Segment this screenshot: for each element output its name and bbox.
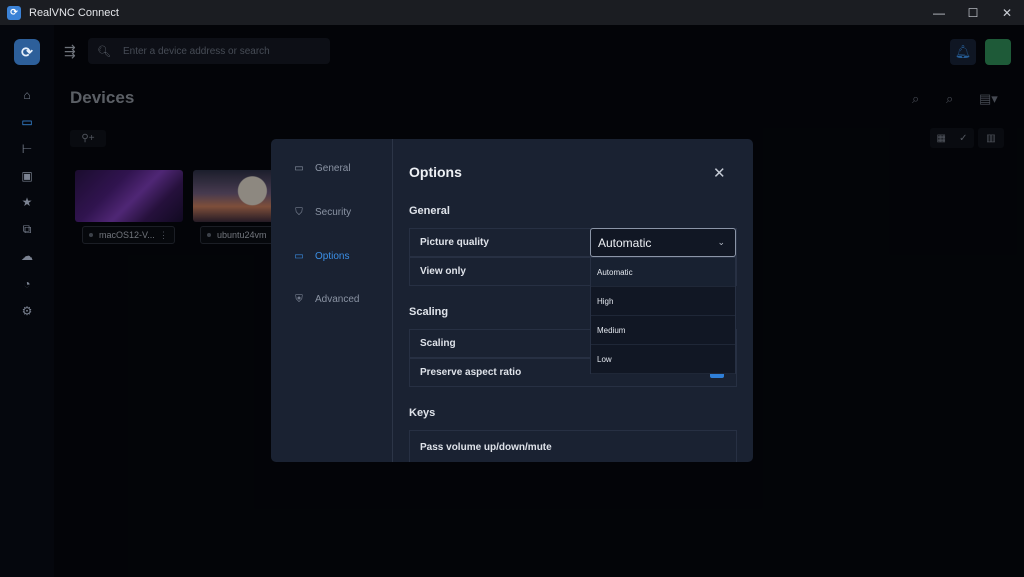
nav-label: Security [315, 206, 352, 218]
settings-icon[interactable]: ⚙ [19, 303, 35, 319]
nav-general[interactable]: ▭ General [292, 160, 351, 176]
cloud-icon[interactable]: ☁ [19, 248, 35, 264]
realvnc-logo-icon[interactable]: ⟳ [14, 39, 40, 65]
nav-security[interactable]: ⛉ Security [292, 204, 351, 220]
connect-icon[interactable]: ◔ [19, 276, 35, 292]
devices-icon[interactable]: ▭ [19, 114, 35, 130]
shield-icon: ⛉ [295, 206, 303, 218]
tree-icon[interactable]: ⊢ [19, 141, 35, 157]
preserve-aspect-label: Preserve aspect ratio [420, 367, 522, 378]
pass-volume-row[interactable]: Pass volume up/down/mute [409, 430, 737, 462]
nav-options[interactable]: ▭ Options [292, 248, 349, 264]
nav-label: General [315, 162, 351, 174]
nav-label: Options [315, 250, 350, 262]
view-only-label: View only [420, 266, 466, 277]
laptop-icon: ▭ [294, 162, 304, 174]
section-scaling-title: Scaling [409, 306, 449, 318]
nav-label: Advanced [315, 293, 360, 305]
left-rail: ⟳ ⌂ ▭ ⊢ ▣ ★ ⧉ ☁ ◔ ⚙ [0, 25, 54, 577]
nav-advanced[interactable]: ⛨ Advanced [292, 291, 359, 307]
dialog-title: Options [409, 164, 462, 180]
group-icon[interactable]: ⧉ [19, 221, 35, 237]
address-book-icon[interactable]: ▣ [19, 168, 35, 184]
scaling-label: Scaling [420, 338, 456, 349]
section-keys-title: Keys [409, 407, 436, 419]
close-window-button[interactable]: ✕ [990, 0, 1024, 25]
dropdown-option-high[interactable]: High [591, 287, 735, 316]
options-dialog: ▭ General ⛉ Security ▭ Options ⛨ Advance… [271, 139, 753, 462]
star-icon[interactable]: ★ [19, 194, 35, 210]
dialog-nav: ▭ General ⛉ Security ▭ Options ⛨ Advance… [271, 139, 393, 462]
maximize-button[interactable]: ☐ [956, 0, 990, 25]
picture-quality-select[interactable]: Automatic ⌄ [590, 228, 736, 257]
section-general-title: General [409, 205, 450, 217]
chevron-down-icon: ⌄ [717, 237, 725, 247]
minimize-button[interactable]: — [922, 0, 956, 25]
window-controls: — ☐ ✕ [922, 0, 1024, 25]
dropdown-option-medium[interactable]: Medium [591, 316, 735, 345]
title-bar: ⟳ RealVNC Connect — ☐ ✕ [0, 0, 1024, 25]
picture-quality-dropdown: Automatic High Medium Low [590, 257, 736, 374]
window-title: RealVNC Connect [29, 6, 119, 19]
pass-volume-label: Pass volume up/down/mute [420, 442, 552, 453]
close-icon[interactable]: ✕ [713, 164, 726, 182]
home-icon[interactable]: ⌂ [19, 87, 35, 103]
dropdown-option-low[interactable]: Low [591, 345, 735, 374]
select-value: Automatic [598, 235, 652, 250]
app-logo-icon: ⟳ [7, 5, 21, 20]
dropdown-option-automatic[interactable]: Automatic [591, 258, 735, 287]
picture-quality-label: Picture quality [420, 237, 489, 248]
advanced-shield-icon: ⛨ [295, 293, 303, 305]
display-icon: ▭ [294, 250, 304, 262]
